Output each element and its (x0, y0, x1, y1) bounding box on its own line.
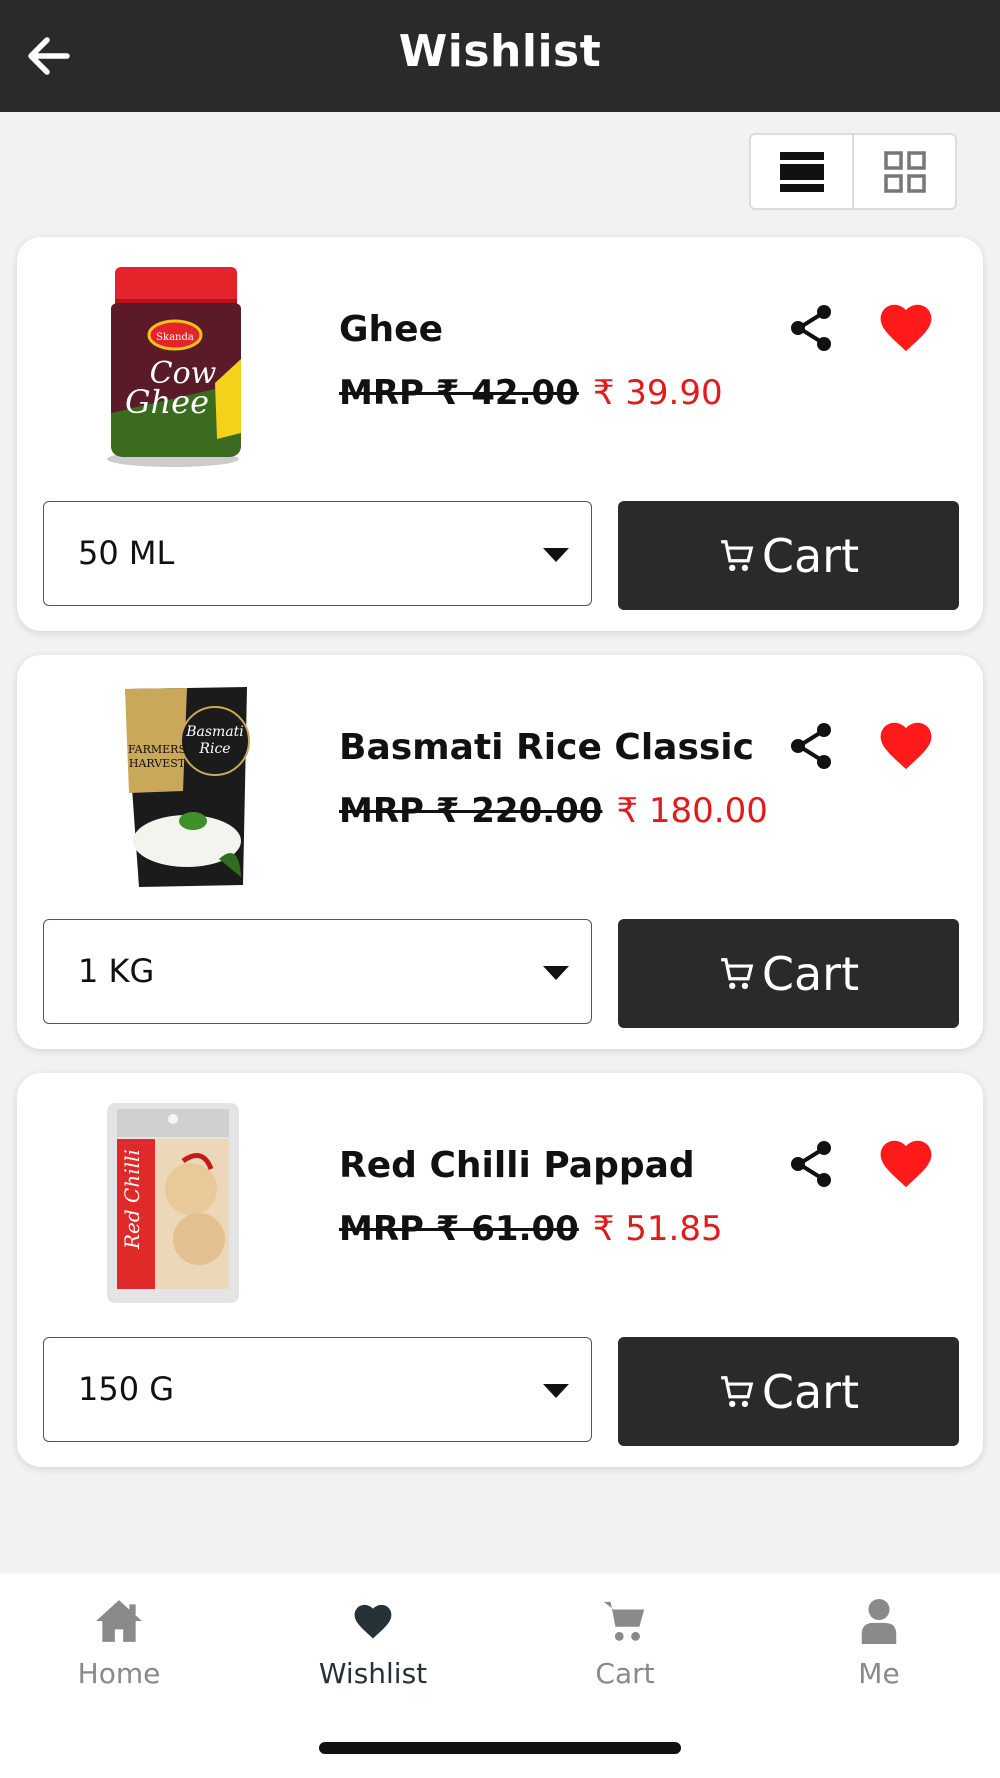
heart-filled-icon (880, 1140, 932, 1188)
add-to-cart-button[interactable]: Cart (618, 1337, 959, 1446)
nav-item-me[interactable]: Me (779, 1595, 979, 1690)
product-name: Red Chilli Pappad (339, 1145, 695, 1186)
product-name: Ghee (339, 309, 444, 350)
sale-price: ₹ 39.90 (592, 373, 723, 413)
variant-dropdown[interactable]: 150 G (43, 1337, 592, 1442)
app-bar: Wishlist (0, 0, 1000, 112)
price-row: MRP ₹ 220.00 ₹ 180.00 (339, 791, 768, 831)
grid-view-icon (883, 150, 926, 193)
price-row: MRP ₹ 61.00 ₹ 51.85 (339, 1209, 723, 1249)
svg-text:Rice: Rice (198, 741, 230, 757)
list-view-icon (779, 151, 824, 192)
variant-value: 50 ML (78, 534, 175, 572)
variant-dropdown[interactable]: 1 KG (43, 919, 592, 1024)
page-title: Wishlist (398, 26, 602, 77)
rice-pouch-image: Basmati Rice FARMERS HARVEST (125, 687, 250, 887)
product-image[interactable]: Red Chilli (87, 1099, 257, 1307)
cart-icon (721, 539, 754, 571)
caret-down-icon (543, 966, 569, 980)
heart-icon (354, 1604, 392, 1639)
svg-text:Red Chilli: Red Chilli (120, 1149, 144, 1250)
nav-label: Cart (595, 1657, 655, 1690)
home-indicator (319, 1742, 681, 1754)
product-name: Basmati Rice Classic (339, 727, 754, 768)
sale-price: ₹ 51.85 (592, 1209, 723, 1249)
svg-text:FARMERS: FARMERS (128, 743, 186, 756)
mrp-price: MRP ₹ 61.00 (339, 1209, 579, 1249)
wishlist-item-card: Skanda Cow Ghee Ghee MRP ₹ 42.00 ₹ 39.90 … (17, 237, 983, 631)
share-icon (791, 305, 831, 351)
home-icon (96, 1600, 142, 1642)
cart-button-label: Cart (761, 1364, 860, 1419)
variant-dropdown[interactable]: 50 ML (43, 501, 592, 606)
nav-label: Me (858, 1657, 900, 1690)
caret-down-icon (543, 1384, 569, 1398)
svg-text:Skanda: Skanda (156, 332, 194, 343)
heart-filled-icon (880, 304, 932, 352)
share-icon (791, 723, 831, 769)
cart-button-label: Cart (761, 528, 860, 583)
share-icon (791, 1141, 831, 1187)
favorite-button[interactable] (877, 299, 935, 355)
sale-price: ₹ 180.00 (616, 791, 768, 831)
variant-value: 1 KG (78, 952, 155, 990)
svg-text:HARVEST: HARVEST (129, 757, 186, 770)
price-row: MRP ₹ 42.00 ₹ 39.90 (339, 373, 723, 413)
view-toggle (749, 133, 957, 210)
cart-icon (603, 1601, 645, 1641)
cart-button-label: Cart (761, 946, 860, 1001)
grid-view-button[interactable] (852, 135, 955, 208)
mrp-price: MRP ₹ 42.00 (339, 373, 579, 413)
share-button[interactable] (787, 1139, 837, 1189)
cart-icon (721, 1375, 754, 1407)
add-to-cart-button[interactable]: Cart (618, 919, 959, 1028)
share-button[interactable] (787, 721, 837, 771)
pappad-pack-image: Red Chilli (107, 1103, 239, 1303)
add-to-cart-button[interactable]: Cart (618, 501, 959, 610)
variant-value: 150 G (78, 1370, 175, 1408)
nav-item-wishlist[interactable]: Wishlist (273, 1595, 473, 1690)
nav-label: Wishlist (318, 1657, 428, 1690)
svg-text:Ghee: Ghee (125, 383, 209, 421)
heart-filled-icon (880, 722, 932, 770)
list-view-button[interactable] (751, 135, 852, 208)
wishlist-item-card: Basmati Rice FARMERS HARVEST Basmati Ric… (17, 655, 983, 1049)
product-image[interactable]: Basmati Rice FARMERS HARVEST (87, 681, 257, 889)
product-image[interactable]: Skanda Cow Ghee (87, 263, 257, 471)
favorite-button[interactable] (877, 1135, 935, 1191)
cart-icon (721, 957, 754, 989)
caret-down-icon (543, 548, 569, 562)
nav-label: Home (77, 1657, 161, 1690)
wishlist-item-card: Red Chilli Red Chilli Pappad MRP ₹ 61.00… (17, 1073, 983, 1467)
ghee-jar-image: Skanda Cow Ghee (107, 267, 241, 467)
nav-item-home[interactable]: Home (19, 1595, 219, 1690)
mrp-price: MRP ₹ 220.00 (339, 791, 603, 831)
person-icon (861, 1598, 897, 1644)
share-button[interactable] (787, 303, 837, 353)
svg-text:Basmati: Basmati (185, 724, 244, 740)
favorite-button[interactable] (877, 717, 935, 773)
nav-item-cart[interactable]: Cart (525, 1595, 725, 1690)
